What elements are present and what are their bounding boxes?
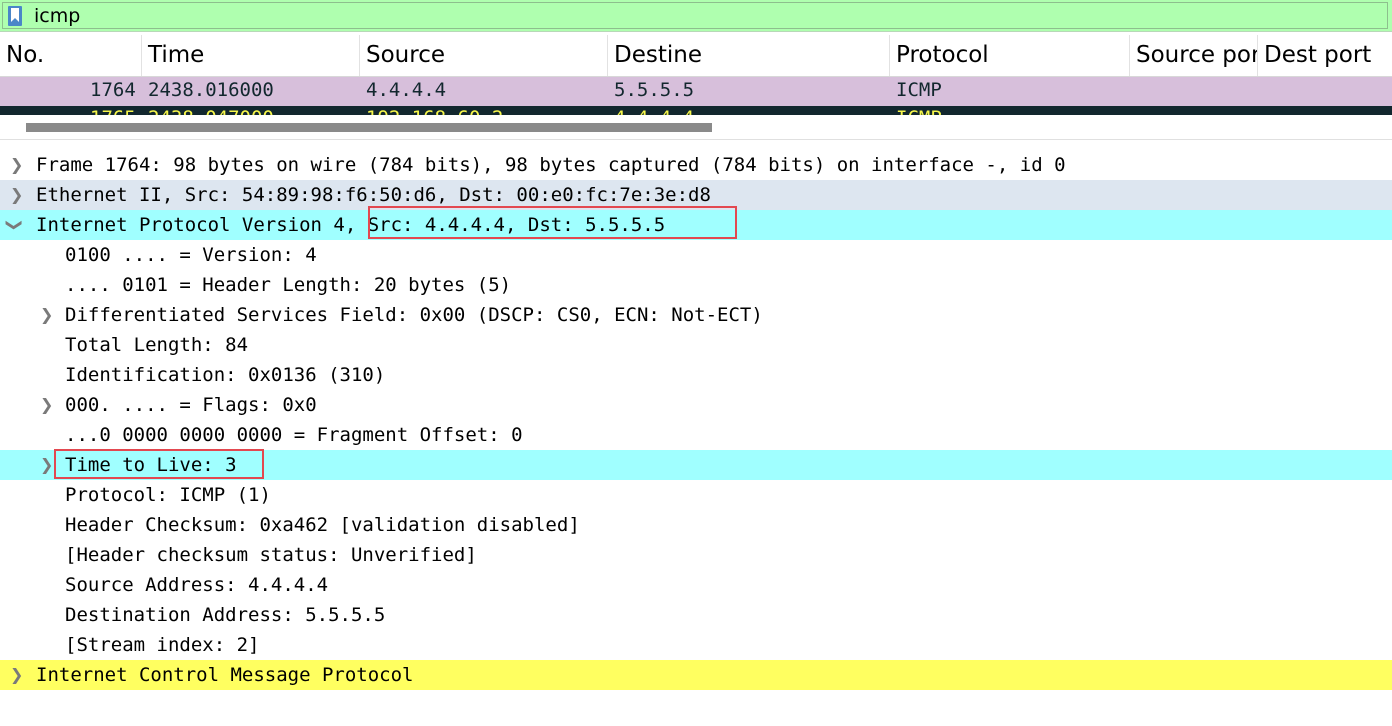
- display-filter-input[interactable]: icmp: [34, 5, 80, 27]
- chevron-down-icon[interactable]: ❯: [0, 218, 30, 231]
- tree-item-fragment-offset[interactable]: ...0 0000 0000 0000 = Fragment Offset: 0: [0, 420, 1392, 450]
- column-dest-port[interactable]: Dest port: [1258, 35, 1392, 76]
- tree-item-label: [Stream index: 2]: [65, 634, 260, 656]
- chevron-right-icon[interactable]: ❯: [10, 660, 23, 690]
- chevron-right-icon[interactable]: ❯: [10, 180, 23, 210]
- tree-item-version[interactable]: 0100 .... = Version: 4: [0, 240, 1392, 270]
- tree-item-checksum-status[interactable]: [Header checksum status: Unverified]: [0, 540, 1392, 570]
- tree-item-protocol[interactable]: Protocol: ICMP (1): [0, 480, 1392, 510]
- tree-item-label: Header Checksum: 0xa462 [validation disa…: [65, 514, 580, 536]
- packet-no: 1765: [90, 107, 136, 115]
- packet-list-hscrollbar[interactable]: [0, 115, 1392, 140]
- packet-row[interactable]: 1765 2438.047000 192.168.60.2 4.4.4.4 IC…: [0, 106, 1392, 115]
- column-source-port[interactable]: Source por: [1130, 35, 1258, 76]
- tree-item-label: Protocol: ICMP (1): [65, 484, 271, 506]
- packet-time: 2438.016000: [148, 79, 274, 101]
- tree-item-header-length[interactable]: .... 0101 = Header Length: 20 bytes (5): [0, 270, 1392, 300]
- column-destination[interactable]: Destine: [608, 35, 890, 76]
- tree-item-flags[interactable]: ❯ 000. .... = Flags: 0x0: [0, 390, 1392, 420]
- column-protocol[interactable]: Protocol: [890, 35, 1130, 76]
- display-filter-bar: icmp: [0, 0, 1392, 32]
- packet-row-selected[interactable]: 1764 2438.016000 4.4.4.4 5.5.5.5 ICMP: [0, 77, 1392, 106]
- bookmark-icon[interactable]: [8, 6, 22, 26]
- tree-item-identification[interactable]: Identification: 0x0136 (310): [0, 360, 1392, 390]
- tree-item-label: Differentiated Services Field: 0x00 (DSC…: [65, 304, 763, 326]
- tree-item-label: .... 0101 = Header Length: 20 bytes (5): [65, 274, 512, 296]
- tree-item-label: 000. .... = Flags: 0x0: [65, 394, 317, 416]
- packet-source: 4.4.4.4: [366, 79, 447, 101]
- tree-item-checksum[interactable]: Header Checksum: 0xa462 [validation disa…: [0, 510, 1392, 540]
- tree-item-label: Frame 1764: 98 bytes on wire (784 bits),…: [36, 154, 1066, 176]
- column-no[interactable]: No.: [0, 35, 142, 76]
- chevron-right-icon[interactable]: ❯: [40, 450, 53, 480]
- packet-destination: 5.5.5.5: [614, 79, 695, 101]
- packet-destination: 4.4.4.4: [614, 107, 694, 115]
- tree-item-total-length[interactable]: Total Length: 84: [0, 330, 1392, 360]
- tree-item-label: ...0 0000 0000 0000 = Fragment Offset: 0: [65, 424, 523, 446]
- packet-no: 1764: [90, 79, 136, 101]
- packet-protocol: ICMP: [896, 79, 942, 101]
- tree-item-source-address[interactable]: Source Address: 4.4.4.4: [0, 570, 1392, 600]
- tree-item-label: Total Length: 84: [65, 334, 249, 356]
- tree-item-label: [Header checksum status: Unverified]: [65, 544, 477, 566]
- tree-item-label: Internet Control Message Protocol: [36, 664, 414, 686]
- tree-item-label: 0100 .... = Version: 4: [65, 244, 317, 266]
- column-source[interactable]: Source: [360, 35, 608, 76]
- tree-item-label: Destination Address: 5.5.5.5: [65, 604, 386, 626]
- packet-source: 192.168.60.2: [366, 107, 503, 115]
- chevron-right-icon[interactable]: ❯: [10, 150, 23, 180]
- annotation-box-ttl: [54, 449, 264, 479]
- tree-item-icmp[interactable]: ❯ Internet Control Message Protocol: [0, 660, 1392, 690]
- tree-item-stream-index[interactable]: [Stream index: 2]: [0, 630, 1392, 660]
- tree-item-label: Source Address: 4.4.4.4: [65, 574, 329, 596]
- column-time[interactable]: Time: [142, 35, 360, 76]
- scrollbar-thumb[interactable]: [26, 123, 712, 132]
- chevron-right-icon[interactable]: ❯: [40, 300, 53, 330]
- tree-item-frame[interactable]: ❯ Frame 1764: 98 bytes on wire (784 bits…: [0, 150, 1392, 180]
- packet-list-header: No. Time Source Destine Protocol Source …: [0, 35, 1392, 77]
- chevron-right-icon[interactable]: ❯: [40, 390, 53, 420]
- tree-item-destination-address[interactable]: Destination Address: 5.5.5.5: [0, 600, 1392, 630]
- filter-input-frame: [2, 2, 1388, 29]
- tree-item-label: Identification: 0x0136 (310): [65, 364, 386, 386]
- packet-time: 2438.047000: [148, 107, 274, 115]
- packet-protocol: ICMP: [896, 107, 942, 115]
- tree-item-dsfield[interactable]: ❯ Differentiated Services Field: 0x00 (D…: [0, 300, 1392, 330]
- annotation-box-ip-src-dst: [368, 206, 737, 239]
